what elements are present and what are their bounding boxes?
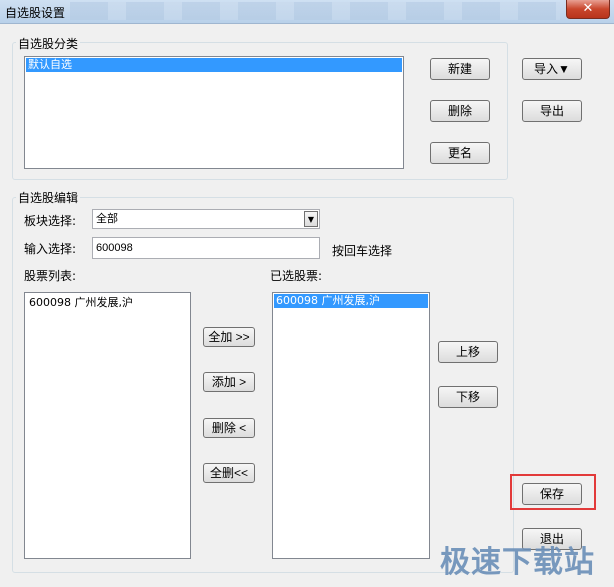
stock-listbox[interactable]: 600098 广州发展,沪 [24,292,191,559]
close-button[interactable]: ✕ [566,0,610,19]
list-item-selected-stock[interactable]: 600098 广州发展,沪 [274,294,428,308]
sector-label: 板块选择: [24,214,77,228]
title-bar-background [70,2,560,20]
category-listbox[interactable]: 默认自选 [24,56,404,169]
chevron-down-icon[interactable]: ▼ [304,211,318,227]
enter-hint: 按回车选择 [332,244,393,258]
list-item-stock[interactable]: 600098 广州发展,沪 [26,296,189,310]
sector-value: 全部 [96,212,118,225]
remove-button[interactable]: 删除 < [203,418,255,438]
list-item-default-watchlist[interactable]: 默认自选 [26,58,402,72]
export-button[interactable]: 导出 [522,100,582,122]
stock-code-input[interactable] [92,237,320,259]
rename-category-button[interactable]: 更名 [430,142,490,164]
stock-list-label: 股票列表: [24,269,77,283]
remove-all-button[interactable]: 全删<< [203,463,255,483]
new-category-button[interactable]: 新建 [430,58,490,80]
import-button[interactable]: 导入▼ [522,58,582,80]
category-group-legend: 自选股分类 [16,35,81,52]
sector-dropdown[interactable]: 全部 ▼ [92,209,320,229]
add-all-button[interactable]: 全加 >> [203,327,255,347]
selected-stock-listbox[interactable]: 600098 广州发展,沪 [272,292,430,559]
input-label: 输入选择: [24,242,77,256]
window-title: 自选股设置 [5,6,66,20]
save-button[interactable]: 保存 [522,483,582,505]
watermark-logo: 极速下载站 [440,545,595,580]
move-up-button[interactable]: 上移 [438,341,498,363]
close-icon: ✕ [582,1,594,16]
title-bar: 自选股设置 ✕ [0,0,614,24]
delete-category-button[interactable]: 删除 [430,100,490,122]
edit-group-legend: 自选股编辑 [16,189,81,206]
selected-list-label: 已选股票: [270,269,323,283]
move-down-button[interactable]: 下移 [438,386,498,408]
add-button[interactable]: 添加 > [203,372,255,392]
